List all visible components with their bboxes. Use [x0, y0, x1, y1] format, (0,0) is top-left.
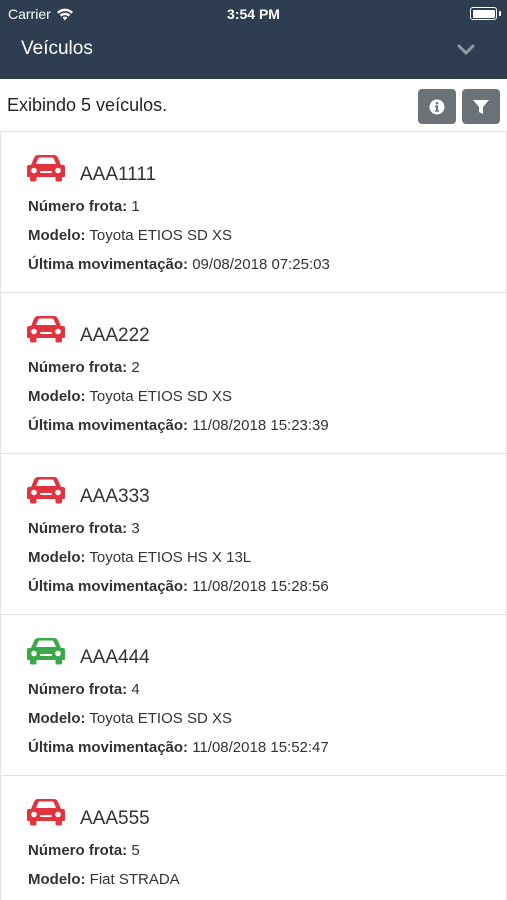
last-movement-label: Última movimentação:: [28, 578, 189, 595]
filter-icon: [473, 99, 489, 114]
model-row: Modelo: Toyota ETIOS SD XS: [28, 227, 232, 244]
vehicle-card[interactable]: AAA444 Número frota: 4 Modelo: Toyota ET…: [0, 614, 507, 775]
fleet-number-label: Número frota:: [28, 520, 128, 537]
fleet-number-label: Número frota:: [28, 198, 128, 215]
last-movement-row: Última movimentação: 09/08/2018 07:25:03: [28, 256, 330, 273]
model-row: Modelo: Toyota ETIOS SD XS: [28, 710, 232, 727]
vehicle-list: AAA1111 Número frota: 1 Modelo: Toyota E…: [0, 131, 507, 900]
fleet-number-label: Número frota:: [28, 842, 128, 859]
fleet-number-value: 1: [131, 198, 140, 215]
top-bar: Carrier 3:54 PM Veículos: [0, 0, 507, 79]
fleet-number-value: 3: [131, 520, 140, 537]
vehicle-plate: AAA222: [80, 325, 150, 346]
vehicle-plate: AAA444: [80, 647, 150, 668]
last-movement-label: Última movimentação:: [28, 256, 189, 273]
model-value: Toyota ETIOS HS X 13L: [89, 549, 252, 566]
vehicle-card[interactable]: AAA1111 Número frota: 1 Modelo: Toyota E…: [0, 131, 507, 292]
fleet-number-label: Número frota:: [28, 359, 128, 376]
battery-icon: [470, 7, 497, 20]
vehicle-plate: AAA1111: [80, 164, 157, 185]
vehicle-card[interactable]: AAA555 Número frota: 5 Modelo: Fiat STRA…: [0, 775, 507, 900]
last-movement-value: 09/08/2018 07:25:03: [192, 256, 330, 273]
vehicle-card[interactable]: AAA333 Número frota: 3 Modelo: Toyota ET…: [0, 453, 507, 614]
app-screen: Carrier 3:54 PM Veículos Exibindo 5 veíc…: [0, 0, 507, 900]
status-time: 3:54 PM: [227, 6, 280, 22]
fleet-number-row: Número frota: 1: [28, 198, 140, 215]
last-movement-value: 11/08/2018 15:52:47: [192, 739, 329, 756]
vehicle-card[interactable]: AAA222 Número frota: 2 Modelo: Toyota ET…: [0, 292, 507, 453]
list-header: Exibindo 5 veículos.: [0, 79, 507, 131]
status-bar: Carrier 3:54 PM: [0, 0, 507, 28]
car-icon: [27, 799, 65, 826]
last-movement-row: Última movimentação: 11/08/2018 15:23:39: [28, 417, 329, 434]
model-label: Modelo:: [28, 871, 86, 888]
fleet-number-row: Número frota: 4: [28, 681, 140, 698]
fleet-number-row: Número frota: 3: [28, 520, 140, 537]
model-label: Modelo:: [28, 388, 86, 405]
last-movement-label: Última movimentação:: [28, 739, 189, 756]
model-value: Fiat STRADA: [89, 871, 180, 888]
last-movement-label: Última movimentação:: [28, 417, 189, 434]
vehicle-plate: AAA555: [80, 808, 150, 829]
model-label: Modelo:: [28, 549, 86, 566]
fleet-number-value: 2: [131, 359, 140, 376]
vehicle-plate: AAA333: [80, 486, 150, 507]
page-title: Veículos: [21, 38, 93, 59]
model-row: Modelo: Fiat STRADA: [28, 871, 180, 888]
fleet-number-label: Número frota:: [28, 681, 128, 698]
model-row: Modelo: Toyota ETIOS HS X 13L: [28, 549, 251, 566]
model-row: Modelo: Toyota ETIOS SD XS: [28, 388, 232, 405]
fleet-number-value: 4: [131, 681, 140, 698]
last-movement-row: Última movimentação: 11/08/2018 15:28:56: [28, 578, 329, 595]
car-icon: [27, 638, 65, 665]
car-icon: [27, 477, 65, 504]
battery-tip: [499, 11, 501, 16]
car-icon: [27, 155, 65, 182]
model-label: Modelo:: [28, 227, 86, 244]
last-movement-row: Última movimentação: 11/08/2018 15:52:47: [28, 739, 329, 756]
filter-button[interactable]: [462, 89, 500, 124]
model-value: Toyota ETIOS SD XS: [89, 227, 232, 244]
model-value: Toyota ETIOS SD XS: [89, 710, 232, 727]
chevron-down-icon[interactable]: [457, 44, 475, 56]
car-icon: [27, 316, 65, 343]
fleet-number-value: 5: [131, 842, 140, 859]
last-movement-value: 11/08/2018 15:23:39: [192, 417, 329, 434]
fleet-number-row: Número frota: 2: [28, 359, 140, 376]
navigation-bar: Veículos: [0, 28, 507, 79]
last-movement-value: 11/08/2018 15:28:56: [192, 578, 329, 595]
info-icon: [429, 99, 445, 114]
fleet-number-row: Número frota: 5: [28, 842, 140, 859]
vehicle-count-text: Exibindo 5 veículos.: [7, 95, 168, 115]
info-button[interactable]: [418, 89, 456, 124]
model-value: Toyota ETIOS SD XS: [89, 388, 232, 405]
model-label: Modelo:: [28, 710, 86, 727]
